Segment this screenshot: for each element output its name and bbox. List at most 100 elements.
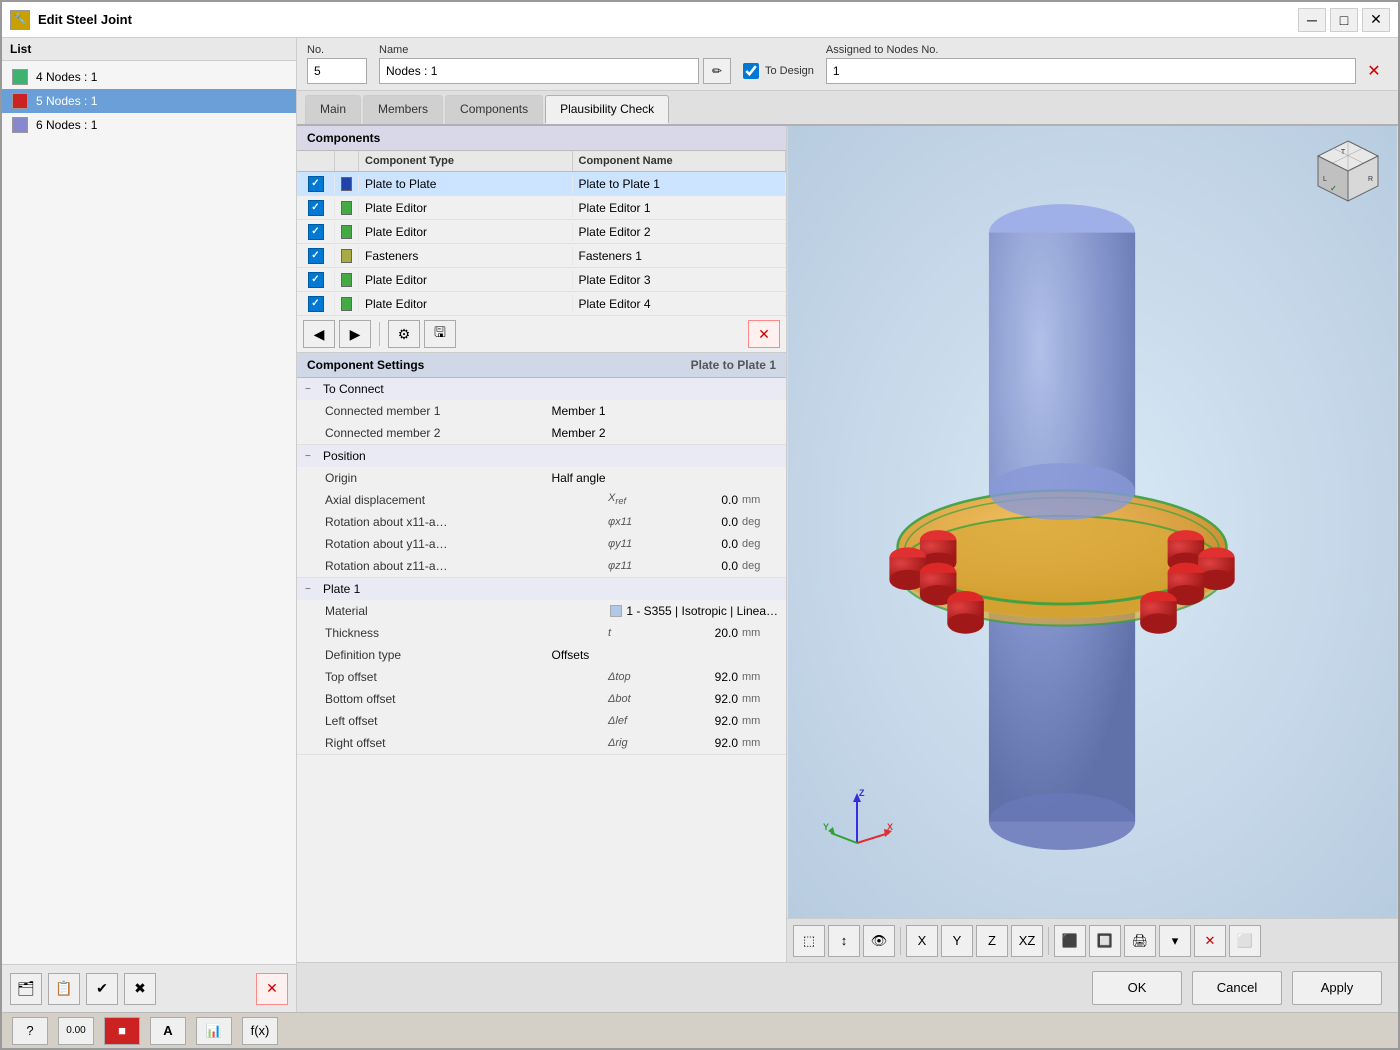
vp-select-button[interactable]: ⬚ bbox=[793, 925, 825, 957]
vp-rotate-x-button[interactable]: X bbox=[906, 925, 938, 957]
vp-rotate-y-button[interactable]: Y bbox=[941, 925, 973, 957]
toolbar-separator bbox=[379, 322, 380, 346]
add-component-button[interactable]: ⚙ bbox=[388, 320, 420, 348]
right-offset-symbol: Δrig bbox=[608, 737, 658, 749]
3d-scene[interactable]: ✓ T L R bbox=[787, 126, 1398, 918]
left-offset-label: Left offset bbox=[325, 714, 608, 728]
help-button[interactable]: ? bbox=[12, 1017, 48, 1045]
comp-check[interactable] bbox=[297, 246, 335, 266]
position-header[interactable]: − Position bbox=[297, 445, 786, 467]
to-design-checkbox[interactable] bbox=[743, 63, 759, 79]
delete-component-button[interactable]: ✕ bbox=[748, 320, 780, 348]
list-item[interactable]: 4 Nodes : 1 bbox=[2, 65, 296, 89]
comp-check[interactable] bbox=[297, 270, 335, 290]
tab-members[interactable]: Members bbox=[363, 95, 443, 124]
bottom-offset-label: Bottom offset bbox=[325, 692, 608, 706]
component-row[interactable]: Plate Editor Plate Editor 2 bbox=[297, 220, 786, 244]
vp-layer-button[interactable]: ⬛ bbox=[1054, 925, 1086, 957]
status-indicator[interactable]: ■ bbox=[104, 1017, 140, 1045]
uncheck-all-button[interactable]: ✖ bbox=[124, 973, 156, 1005]
comp-check[interactable] bbox=[297, 222, 335, 242]
checkbox-checked bbox=[308, 248, 324, 264]
to-connect-label: To Connect bbox=[323, 382, 384, 396]
list-item-selected[interactable]: 5 Nodes : 1 bbox=[2, 89, 296, 113]
assigned-input[interactable] bbox=[826, 58, 1356, 84]
window-title: Edit Steel Joint bbox=[38, 12, 1298, 27]
vp-cube-button[interactable]: 🔲 bbox=[1089, 925, 1121, 957]
font-button[interactable]: A bbox=[150, 1017, 186, 1045]
comp-type: Plate Editor bbox=[359, 295, 573, 313]
name-label: Name bbox=[379, 44, 731, 56]
comp-check[interactable] bbox=[297, 294, 335, 314]
material-color-swatch bbox=[610, 605, 622, 617]
vp-dropdown-button[interactable]: ▾ bbox=[1159, 925, 1191, 957]
orientation-cube[interactable]: ✓ T L R bbox=[1308, 136, 1388, 216]
tab-main[interactable]: Main bbox=[305, 95, 361, 124]
component-row[interactable]: Plate Editor Plate Editor 3 bbox=[297, 268, 786, 292]
rotation-x11-label: Rotation about x11-a… bbox=[325, 515, 608, 529]
list-item-color bbox=[12, 117, 28, 133]
vp-eye-button[interactable]: 👁 bbox=[863, 925, 895, 957]
comp-type: Plate Editor bbox=[359, 271, 573, 289]
axial-disp-unit: mm bbox=[738, 494, 778, 506]
maximize-button[interactable]: □ bbox=[1330, 8, 1358, 32]
delete-joint-button[interactable]: ✕ bbox=[256, 973, 288, 1005]
thickness-label: Thickness bbox=[325, 626, 608, 640]
minimize-button[interactable]: ─ bbox=[1298, 8, 1326, 32]
units-display[interactable]: 0.00 bbox=[58, 1017, 94, 1045]
component-row[interactable]: Plate to Plate Plate to Plate 1 bbox=[297, 172, 786, 196]
left-offset-value: 92.0 bbox=[658, 714, 738, 728]
vp-close-highlight-button[interactable]: ✕ bbox=[1194, 925, 1226, 957]
vp-rotate-xz-button[interactable]: XZ bbox=[1011, 925, 1043, 957]
rotation-y11-value: 0.0 bbox=[658, 537, 738, 551]
component-row[interactable]: Plate Editor Plate Editor 1 bbox=[297, 196, 786, 220]
3d-viewport[interactable]: ✓ T L R bbox=[787, 126, 1398, 962]
function-button[interactable]: f(x) bbox=[242, 1017, 278, 1045]
settings-component-name: Plate to Plate 1 bbox=[691, 358, 776, 372]
comp-check[interactable] bbox=[297, 198, 335, 218]
cancel-button[interactable]: Cancel bbox=[1192, 971, 1282, 1005]
origin-value: Half angle bbox=[552, 471, 779, 485]
components-table: Component Type Component Name Plate to bbox=[297, 151, 786, 316]
tab-components[interactable]: Components bbox=[445, 95, 543, 124]
comp-color bbox=[335, 223, 359, 241]
material-value-btn[interactable]: 1 - S355 | Isotropic | Linea… bbox=[610, 604, 778, 618]
definition-type-row: Definition type Offsets bbox=[297, 644, 786, 666]
check-all-button[interactable]: ✔ bbox=[86, 973, 118, 1005]
list-item[interactable]: 6 Nodes : 1 bbox=[2, 113, 296, 137]
new-joint-button[interactable]: 🗂 bbox=[10, 973, 42, 1005]
right-offset-row: Right offset Δrig 92.0 mm bbox=[297, 732, 786, 754]
position-label: Position bbox=[323, 449, 366, 463]
tab-plausibility-check[interactable]: Plausibility Check bbox=[545, 95, 669, 124]
clear-assigned-button[interactable]: ✕ bbox=[1360, 58, 1388, 84]
ok-button[interactable]: OK bbox=[1092, 971, 1182, 1005]
vp-rotate-z-button[interactable]: Z bbox=[976, 925, 1008, 957]
bottom-bar: OK Cancel Apply bbox=[297, 962, 1398, 1012]
vp-move-button[interactable]: ↕ bbox=[828, 925, 860, 957]
rotation-z11-unit: deg bbox=[738, 560, 778, 572]
to-connect-header[interactable]: − To Connect bbox=[297, 378, 786, 400]
component-row[interactable]: Fasteners Fasteners 1 bbox=[297, 244, 786, 268]
rotation-z11-label: Rotation about z11-a… bbox=[325, 559, 608, 573]
save-component-button[interactable]: 🖫 bbox=[424, 320, 456, 348]
vp-print-button[interactable]: 🖨 bbox=[1124, 925, 1156, 957]
top-bar: No. Name ✏ To Design Assigned to Nodes N… bbox=[297, 38, 1398, 91]
name-input[interactable] bbox=[379, 58, 699, 84]
top-offset-value: 92.0 bbox=[658, 670, 738, 684]
apply-button[interactable]: Apply bbox=[1292, 971, 1382, 1005]
material-value: 1 - S355 | Isotropic | Linea… bbox=[626, 604, 778, 618]
copy-joint-button[interactable]: 📋 bbox=[48, 973, 80, 1005]
move-up-button[interactable]: ◀ bbox=[303, 320, 335, 348]
material-row: Material 1 - S355 | Isotropic | Linea… bbox=[297, 600, 786, 622]
no-label: No. bbox=[307, 44, 367, 56]
plate1-header[interactable]: − Plate 1 bbox=[297, 578, 786, 600]
close-button[interactable]: ✕ bbox=[1362, 8, 1390, 32]
component-row[interactable]: Plate Editor Plate Editor 4 bbox=[297, 292, 786, 316]
top-offset-unit: mm bbox=[738, 671, 778, 683]
no-input[interactable] bbox=[307, 58, 367, 84]
chart-button[interactable]: 📊 bbox=[196, 1017, 232, 1045]
vp-expand-button[interactable]: ⬜ bbox=[1229, 925, 1261, 957]
edit-name-button[interactable]: ✏ bbox=[703, 58, 731, 84]
move-down-button[interactable]: ▶ bbox=[339, 320, 371, 348]
comp-check[interactable] bbox=[297, 174, 335, 194]
